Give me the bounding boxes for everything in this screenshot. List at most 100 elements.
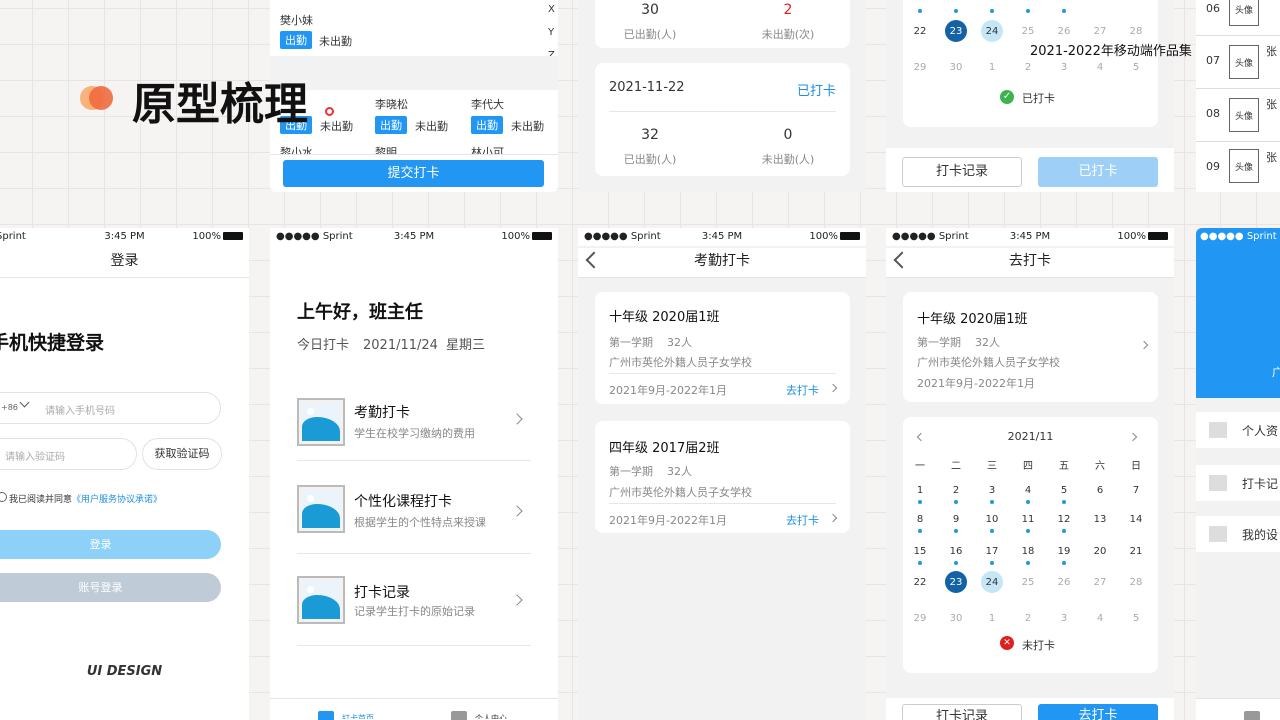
calendar-day[interactable]: 30 bbox=[945, 62, 967, 73]
summary-day-card[interactable]: 2021-11-22 已打卡 32 已出勤(人) 0 未出勤(人) bbox=[595, 63, 850, 176]
avatar-placeholder: 头像 bbox=[1229, 45, 1259, 79]
history-button[interactable]: 打卡记录 bbox=[902, 157, 1022, 187]
present-tag[interactable]: 出勤 bbox=[375, 116, 407, 134]
calendar-day[interactable]: 20 bbox=[1089, 546, 1111, 557]
calendar-day[interactable]: 5 bbox=[1125, 62, 1147, 73]
login-button[interactable]: 登录 bbox=[0, 530, 221, 559]
calendar-day[interactable]: 28 bbox=[1125, 26, 1147, 37]
absent-tag[interactable]: 未出勤 bbox=[415, 118, 448, 134]
calendar-day[interactable]: 21 bbox=[1125, 546, 1147, 557]
profile-item[interactable]: 打卡记 bbox=[1196, 465, 1280, 501]
calendar-day[interactable]: 1 bbox=[981, 62, 1003, 73]
calendar-card: 22 23 24 25 26 27 28 29 30 1 2 3 4 5 ✓ 已… bbox=[903, 0, 1158, 127]
calendar-day[interactable]: 17 bbox=[981, 546, 1003, 557]
calendar-day[interactable]: 26 bbox=[1053, 577, 1075, 588]
submit-checkin-button[interactable]: 提交打卡 bbox=[283, 160, 544, 187]
calendar-day[interactable]: 3 bbox=[1053, 62, 1075, 73]
calendar-day[interactable]: 8 bbox=[909, 514, 931, 525]
alpha-y[interactable]: Y bbox=[548, 27, 554, 38]
calendar-day[interactable]: 4 bbox=[1017, 485, 1039, 496]
calendar-day[interactable]: 6 bbox=[1089, 485, 1111, 496]
tab-profile-label[interactable]: 个人中心 bbox=[475, 713, 507, 719]
summary-panel: 30 已出勤(人) 2 未出勤(次) 2021-11-22 已打卡 32 已出勤… bbox=[578, 0, 866, 192]
calendar-day[interactable]: 15 bbox=[909, 546, 931, 557]
history-button[interactable]: 打卡记录 bbox=[902, 704, 1022, 720]
calendar-card: 2021/11 一二三四五六日 1 2 3 4 5 6 7 8 9 10 11 12 13 14 15 16 17… bbox=[903, 417, 1158, 673]
tab-home[interactable] bbox=[318, 711, 334, 720]
calendar-day[interactable]: 27 bbox=[1089, 577, 1111, 588]
calendar-day[interactable]: 23 bbox=[945, 577, 967, 588]
agree-checkbox[interactable] bbox=[0, 492, 7, 502]
calendar-day[interactable]: 9 bbox=[945, 514, 967, 525]
calendar-day[interactable]: 11 bbox=[1017, 514, 1039, 525]
absent-tag[interactable]: 未出勤 bbox=[319, 33, 352, 49]
calendar-day[interactable]: 29 bbox=[909, 62, 931, 73]
calendar-day[interactable]: 2 bbox=[1017, 62, 1039, 73]
tab-profile[interactable] bbox=[1244, 711, 1260, 720]
present-tag[interactable]: 出勤 bbox=[471, 116, 503, 134]
absent-tag[interactable]: 未出勤 bbox=[320, 118, 353, 134]
calendar-day[interactable]: 7 bbox=[1125, 485, 1147, 496]
chevron-down-icon[interactable] bbox=[19, 397, 30, 408]
phone-input[interactable]: +86 请输入手机号码 bbox=[0, 392, 221, 424]
calendar-day[interactable]: 13 bbox=[1089, 514, 1111, 525]
present-tag[interactable]: 出勤 bbox=[280, 31, 312, 49]
calendar-day[interactable]: 5 bbox=[1053, 485, 1075, 496]
calendar-day[interactable]: 4 bbox=[1089, 613, 1111, 624]
agree-text: 我已阅读并同意《用户服务协议承诺》 bbox=[9, 495, 163, 505]
calendar-day[interactable]: 4 bbox=[1089, 62, 1111, 73]
menu-item-attendance[interactable]: 考勤打卡 学生在校学习缴纳的费用 bbox=[297, 394, 531, 456]
class-card[interactable]: 四年级 2017届2班 第一学期 32人 广州市英伦外籍人员子女学校 2021年9… bbox=[595, 421, 850, 533]
checked-button[interactable]: 已打卡 bbox=[1038, 157, 1158, 187]
get-code-button[interactable]: 获取验证码 bbox=[142, 438, 222, 470]
calendar-day[interactable]: 22 bbox=[909, 577, 931, 588]
calendar-day[interactable]: 2 bbox=[1017, 613, 1039, 624]
class-card[interactable]: 十年级 2020届1班 第一学期 32人 广州市英伦外籍人员子女学校 2021年9… bbox=[595, 292, 850, 404]
calendar-day[interactable]: 28 bbox=[1125, 577, 1147, 588]
menu-item-course[interactable]: 个性化课程打卡 根据学生的个性特点来授课 bbox=[297, 481, 531, 543]
calendar-day[interactable]: 16 bbox=[945, 546, 967, 557]
tab-profile[interactable] bbox=[451, 711, 467, 720]
calendar-day[interactable]: 3 bbox=[981, 485, 1003, 496]
class-card[interactable]: 十年级 2020届1班 第一学期 32人 广州市英伦外籍人员子女学校 2021年9… bbox=[903, 292, 1158, 402]
weekday-label: 三 bbox=[987, 461, 997, 472]
menu-item-records[interactable]: 打卡记录 记录学生打卡的原始记录 bbox=[297, 574, 531, 636]
profile-item[interactable]: 个人资 bbox=[1196, 412, 1280, 448]
tab-home-label[interactable]: 打卡首页 bbox=[342, 713, 374, 719]
code-input[interactable]: 请输入验证码 bbox=[0, 438, 137, 470]
summary-date: 2021-11-22 bbox=[609, 80, 685, 95]
back-icon[interactable] bbox=[893, 251, 911, 269]
calendar-day[interactable]: 3 bbox=[1053, 613, 1075, 624]
calendar-day[interactable]: 14 bbox=[1125, 514, 1147, 525]
avatar-row: 09 头像 张 bbox=[1196, 143, 1280, 192]
absent-tag[interactable]: 未出勤 bbox=[511, 118, 544, 134]
go-checkin-button[interactable]: 去打卡 bbox=[1038, 704, 1158, 720]
calendar-day[interactable]: 25 bbox=[1017, 26, 1039, 37]
calendar-day[interactable]: 12 bbox=[1053, 514, 1075, 525]
calendar-day[interactable]: 24 bbox=[981, 26, 1003, 37]
image-icon bbox=[297, 485, 345, 533]
calendar-day[interactable]: 26 bbox=[1053, 26, 1075, 37]
alpha-x[interactable]: X bbox=[548, 4, 555, 15]
calendar-day[interactable]: 27 bbox=[1089, 26, 1111, 37]
profile-item[interactable]: 我的设 bbox=[1196, 516, 1280, 552]
account-login-button[interactable]: 账号登录 bbox=[0, 573, 221, 602]
calendar-day[interactable]: 23 bbox=[945, 26, 967, 37]
calendar-day[interactable]: 1 bbox=[981, 613, 1003, 624]
calendar-day[interactable]: 30 bbox=[945, 613, 967, 624]
calendar-day[interactable]: 24 bbox=[981, 577, 1003, 588]
calendar-day[interactable]: 29 bbox=[909, 613, 931, 624]
back-icon[interactable] bbox=[585, 251, 603, 269]
go-checkin-link[interactable]: 去打卡 bbox=[786, 512, 819, 528]
go-checkin-link[interactable]: 去打卡 bbox=[786, 382, 819, 398]
calendar-day[interactable]: 2 bbox=[945, 485, 967, 496]
absent-count: 2 bbox=[783, 2, 793, 18]
calendar-day[interactable]: 10 bbox=[981, 514, 1003, 525]
calendar-day[interactable]: 19 bbox=[1053, 546, 1075, 557]
agreement-link[interactable]: 《用户服务协议承诺》 bbox=[72, 495, 162, 505]
calendar-day[interactable]: 1 bbox=[909, 485, 931, 496]
calendar-day[interactable]: 5 bbox=[1125, 613, 1147, 624]
calendar-day[interactable]: 22 bbox=[909, 26, 931, 37]
calendar-day[interactable]: 25 bbox=[1017, 577, 1039, 588]
calendar-day[interactable]: 18 bbox=[1017, 546, 1039, 557]
